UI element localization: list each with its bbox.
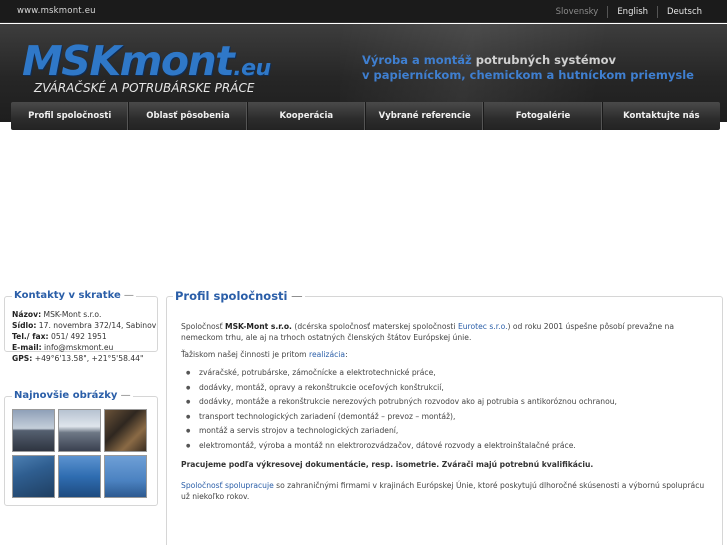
site-url: www.mskmont.eu xyxy=(17,6,96,16)
page-title: Profil spoločnosti — xyxy=(173,289,305,303)
thumbnail-image[interactable] xyxy=(104,455,147,498)
eurotec-link[interactable]: Eurotec s.r.o. xyxy=(458,322,508,331)
contacts-box: Kontakty v skratke — Názov: MSK-Mont s.r… xyxy=(4,290,158,363)
contact-name: Názov: MSK-Mont s.r.o. xyxy=(12,310,102,319)
list-item: elektromontáž, výroba a montáž nn elektr… xyxy=(181,439,709,454)
thumbnail-grid xyxy=(12,409,149,498)
list-item: zváračské, potrubárske, zámočnícke a ele… xyxy=(181,366,709,381)
qualification-statement: Pracujeme podľa výkresovej dokumentácie,… xyxy=(181,460,594,469)
nav-item-referencie[interactable]: Vybrané referencie xyxy=(366,102,485,130)
contact-gps: GPS: +49°6'13.58", +21°5'58.44" xyxy=(12,354,144,363)
contacts-title: Kontakty v skratke — xyxy=(12,290,136,301)
nav-item-kontakt[interactable]: Kontaktujte nás xyxy=(603,102,720,130)
lang-slovensky[interactable]: Slovensky xyxy=(547,7,608,17)
contact-address: Sídlo: 17. novembra 372/14, Sabinov xyxy=(12,321,157,330)
list-item: montáž a servis strojov a technologickýc… xyxy=(181,424,709,439)
nav-item-profil[interactable]: Profil spoločnosti xyxy=(11,102,130,130)
list-item: transport technologických zariadení (dem… xyxy=(181,410,709,425)
list-item: dodávky, montáž, opravy a rekonštrukcie … xyxy=(181,381,709,396)
activities-list: zváračské, potrubárske, zámočnícke a ele… xyxy=(181,366,709,453)
focus-paragraph: Ťažiskom našej činnosti je pritom realiz… xyxy=(181,350,348,359)
contact-phone: Tel./ fax: 051/ 492 1951 xyxy=(12,332,107,341)
nav-item-fotogalerie[interactable]: Fotogalérie xyxy=(484,102,603,130)
banner-area xyxy=(3,114,723,278)
list-item: dodávky, montáže a rekonštrukcie nerezov… xyxy=(181,395,709,410)
cooperation-paragraph: spolupracujeSpoločnosť spolupracuje so z… xyxy=(181,481,705,501)
thumbnail-image[interactable] xyxy=(104,409,147,452)
thumbnail-image[interactable] xyxy=(58,409,101,452)
logo-subtitle: ZVÁRAČSKÉ A POTRUBÁRSKE PRÁCE xyxy=(34,81,255,95)
lang-english[interactable]: English xyxy=(608,7,657,17)
pictures-title: Najnovšie obrázky — xyxy=(12,390,133,401)
lang-deutsch[interactable]: Deutsch xyxy=(658,7,711,17)
realizacia-link[interactable]: realizácia xyxy=(309,350,345,359)
thumbnail-image[interactable] xyxy=(58,455,101,498)
site-logo[interactable]: MSKmont.eu ZVÁRAČSKÉ A POTRUBÁRSKE PRÁCE xyxy=(22,38,272,102)
nav-item-kooperacia[interactable]: Kooperácia xyxy=(248,102,366,130)
cooperation-link[interactable]: spolupracuje xyxy=(225,481,274,490)
coop-prefix: Spoločnosť xyxy=(181,481,226,490)
header-tagline: Výroba a montáž potrubných systémov v pa… xyxy=(362,53,694,82)
main-content: Profil spoločnosti — Spoločnosť MSK-Mont… xyxy=(166,289,723,545)
nav-item-oblast[interactable]: Oblasť pôsobenia xyxy=(129,102,248,130)
contact-email[interactable]: E-mail: info@mskmont.eu xyxy=(12,342,156,353)
language-switcher: Slovensky English Deutsch xyxy=(547,0,711,23)
thumbnail-image[interactable] xyxy=(12,409,55,452)
intro-paragraph: Spoločnosť MSK-Mont s.r.o. (dcérska spol… xyxy=(181,322,674,342)
main-navigation: Profil spoločnosti Oblasť pôsobenia Koop… xyxy=(3,102,723,130)
top-bar: www.mskmont.eu Slovensky English Deutsch xyxy=(0,0,727,23)
latest-pictures-box: Najnovšie obrázky — xyxy=(4,390,158,506)
thumbnail-image[interactable] xyxy=(12,455,55,498)
